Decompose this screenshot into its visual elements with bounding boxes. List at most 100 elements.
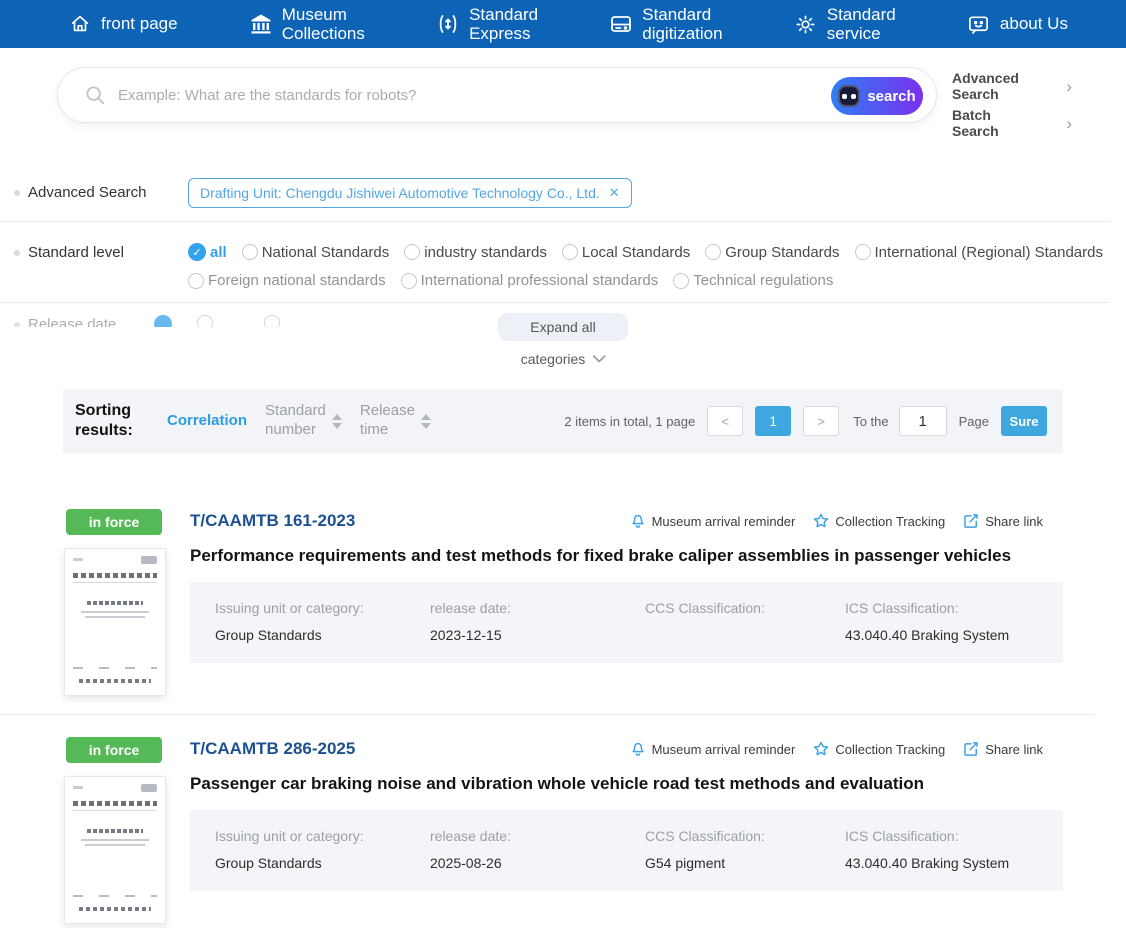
advanced-search-label: Advanced Search [952, 70, 1019, 102]
radio-label: Local Standards [581, 243, 691, 261]
standard-level-row: Standard level ✓ all National Standards … [0, 243, 1126, 300]
museum-arrival-reminder-link[interactable]: Museum arrival reminder [629, 512, 795, 530]
bullet-dot [14, 190, 20, 196]
radio-local-standards[interactable]: Local Standards [561, 243, 691, 261]
radio-international-regional-standards[interactable]: International (Regional) Standards [854, 243, 1103, 261]
sure-button[interactable]: Sure [1001, 406, 1047, 436]
nav-standard-express[interactable]: Standard Express [436, 5, 538, 43]
gear-icon [794, 12, 818, 36]
nav-front-page[interactable]: front page [68, 12, 178, 36]
radio-foreign-national-standards[interactable]: Foreign national standards [188, 272, 386, 289]
standard-cover-thumbnail[interactable] [64, 776, 166, 924]
star-icon [812, 512, 830, 530]
share-link[interactable]: Share link [962, 512, 1043, 530]
batch-search-label: Batch Search [952, 107, 999, 139]
card-actions: Museum arrival reminder Collection Track… [629, 740, 1043, 758]
nav-label: Museum Collections [281, 4, 365, 43]
radio-group-standards[interactable]: Group Standards [705, 243, 840, 261]
digitization-icon [609, 12, 633, 36]
radio-label: International (Regional) Standards [874, 243, 1103, 261]
search-input[interactable] [118, 86, 826, 104]
release-date-row-clipped: Release date [14, 315, 344, 327]
radio-label: International professional standards [420, 272, 659, 289]
divider [0, 302, 1110, 303]
top-navigation: front page Museum Collections Standard E… [0, 0, 1126, 48]
status-badge: in force [66, 509, 162, 535]
expand-all-button[interactable]: Expand all [498, 313, 628, 341]
release-date-label: Release date [28, 316, 117, 327]
collection-tracking-link[interactable]: Collection Tracking [812, 512, 945, 530]
standard-title[interactable]: Performance requirements and test method… [190, 546, 1063, 566]
nav-standard-service[interactable]: Standard service [794, 5, 896, 43]
share-icon [962, 740, 980, 758]
bullet-dot [14, 322, 20, 327]
current-page-button[interactable]: 1 [755, 406, 792, 436]
next-page-button[interactable]: > [803, 406, 840, 436]
collection-tracking-link[interactable]: Collection Tracking [812, 740, 945, 758]
filter-tag-drafting-unit[interactable]: Drafting Unit: Chengdu Jishiwei Automoti… [188, 178, 632, 208]
search-box: search [57, 67, 937, 123]
prev-page-button[interactable]: < [707, 406, 744, 436]
radio-icon [241, 244, 258, 260]
standard-number-link[interactable]: T/CAAMTB 161-2023 [190, 511, 355, 531]
museum-arrival-reminder-link[interactable]: Museum arrival reminder [629, 740, 795, 758]
nav-museum-collections[interactable]: Museum Collections [249, 5, 365, 43]
standard-cover-thumbnail[interactable] [64, 548, 166, 696]
meta-col: ICS Classification: 43.040.40 Braking Sy… [845, 828, 1010, 871]
status-badge: in force [66, 737, 162, 763]
search-section: search Advanced Search › Batch Search › [0, 48, 1126, 152]
nav-label: front page [101, 14, 178, 34]
radio-industry-standards[interactable]: industry standards [404, 244, 547, 261]
radio-icon [561, 244, 578, 260]
nav-about-us[interactable]: about Us [967, 12, 1068, 36]
level-options-row-1: ✓ all National Standards industry standa… [188, 243, 1126, 261]
standard-number-link[interactable]: T/CAAMTB 286-2025 [190, 739, 355, 759]
share-link[interactable]: Share link [962, 740, 1043, 758]
page-jump-input[interactable] [898, 406, 947, 436]
radio-checked-icon [154, 315, 172, 327]
search-side-links: Advanced Search › Batch Search › [952, 70, 1072, 144]
nav-label: Standard Express [469, 4, 539, 43]
standard-level-options: ✓ all National Standards industry standa… [188, 243, 1126, 300]
sorting-results-label: Sorting results: [75, 402, 133, 439]
radio-icon [197, 315, 213, 327]
search-button[interactable]: search [831, 77, 923, 115]
card-body: T/CAAMTB 286-2025 Museum arrival reminde… [190, 737, 1063, 924]
meta-col: release date: 2025-08-26 [430, 828, 511, 871]
chat-smiley-icon [967, 12, 991, 36]
card-left-column: in force [63, 737, 190, 924]
batch-search-link[interactable]: Batch Search › [952, 107, 1072, 139]
meta-col: release date: 2023-12-15 [430, 600, 511, 643]
radio-national-standards[interactable]: National Standards [241, 244, 389, 261]
search-button-label: search [867, 87, 916, 105]
sort-standard-number[interactable]: Standard number [265, 402, 342, 440]
radio-technical-regulations[interactable]: Technical regulations [673, 272, 833, 289]
card-actions: Museum arrival reminder Collection Track… [629, 512, 1043, 530]
meta-col: Issuing unit or category: Group Standard… [215, 600, 364, 643]
radio-international-professional-standards[interactable]: International professional standards [400, 272, 659, 289]
level-options-row-2: Foreign national standards International… [188, 272, 1126, 289]
sort-release-time[interactable]: Release time [360, 402, 431, 440]
nav-label: Standard digitization [642, 4, 723, 43]
card-body: T/CAAMTB 161-2023 Museum arrival reminde… [190, 509, 1063, 696]
standard-title[interactable]: Passenger car braking noise and vibratio… [190, 774, 1063, 794]
meta-col: CCS Classification: G54 pigment [645, 828, 765, 871]
close-icon[interactable]: ✕ [609, 185, 620, 201]
radio-checked-icon: ✓ [188, 243, 206, 261]
radio-label: Group Standards [725, 243, 840, 261]
radio-label: Technical regulations [693, 272, 834, 289]
chevron-right-icon: › [1066, 113, 1072, 133]
radio-label: Foreign national standards [208, 272, 386, 289]
radio-icon [188, 272, 204, 289]
radio-all[interactable]: ✓ all [188, 243, 227, 261]
sort-correlation[interactable]: Correlation [167, 412, 247, 431]
advanced-search-link[interactable]: Advanced Search › [952, 70, 1072, 102]
standard-level-label: Standard level [28, 244, 124, 261]
categories-label: categories [520, 351, 586, 367]
card-left-column: in force [63, 509, 190, 696]
radio-label: industry standards [424, 243, 547, 261]
nav-standard-digitization[interactable]: Standard digitization [609, 4, 723, 43]
bell-icon [629, 512, 647, 530]
radio-icon [854, 244, 871, 260]
categories-toggle[interactable]: categories [521, 351, 606, 367]
